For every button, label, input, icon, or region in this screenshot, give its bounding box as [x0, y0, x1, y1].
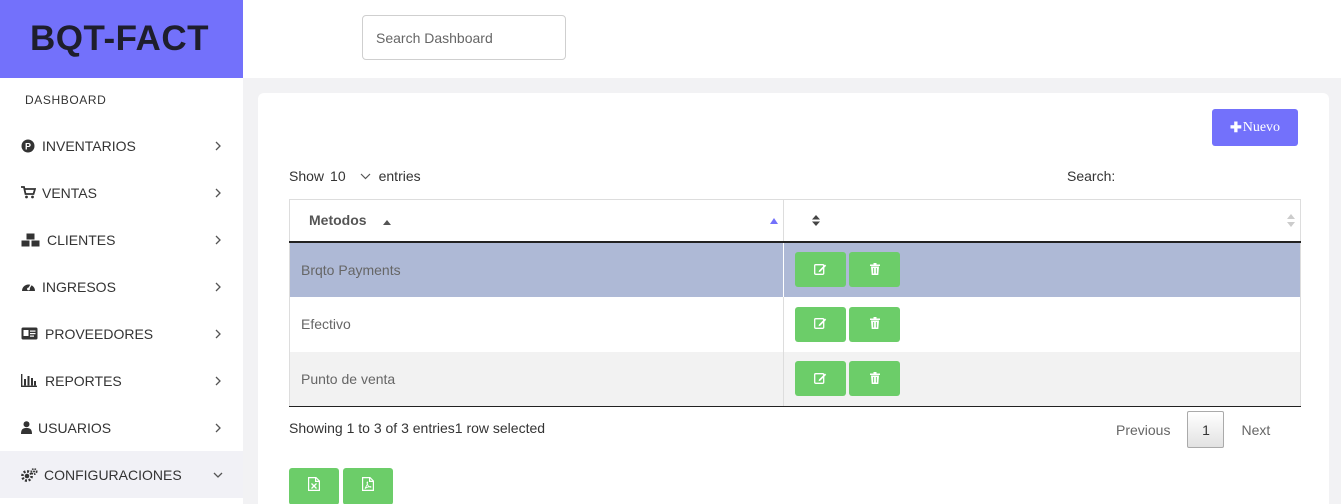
- metodo-cell: Efectivo: [289, 296, 784, 352]
- gauge-icon: [20, 280, 36, 294]
- table-row[interactable]: Efectivo: [289, 296, 1301, 352]
- column-header-label: Metodos: [309, 211, 367, 228]
- brand-title: BQT-FACT: [30, 19, 209, 58]
- cubes-icon: [20, 233, 40, 247]
- sidebar-item-ingresos[interactable]: INGRESOS: [0, 263, 243, 310]
- metodo-cell: Punto de venta: [289, 351, 784, 407]
- sort-indicator-asc-icon: [769, 212, 779, 228]
- payment-methods-table: Metodos Brqto Payments Efectivo Punto de…: [289, 199, 1301, 407]
- delete-button[interactable]: [849, 306, 900, 342]
- file-excel-icon: [308, 477, 320, 496]
- show-label: Show: [289, 168, 325, 184]
- edit-icon: [814, 371, 827, 387]
- dashboard-search-input[interactable]: [362, 15, 566, 60]
- chevron-right-icon: [213, 235, 223, 245]
- sidebar-item-ventas[interactable]: VENTAS: [0, 169, 243, 216]
- edit-icon: [814, 316, 827, 332]
- file-pdf-icon: [362, 477, 374, 496]
- cogs-icon: [20, 467, 38, 482]
- trash-icon: [869, 371, 880, 387]
- entries-select-value: 10: [330, 168, 346, 184]
- sidebar-item-label: VENTAS: [42, 184, 97, 201]
- edit-button[interactable]: [795, 252, 846, 287]
- sidebar-item-inventarios[interactable]: P INVENTARIOS: [0, 122, 243, 169]
- trash-icon: [869, 316, 880, 332]
- chevron-right-icon: [213, 141, 223, 151]
- entries-length-control: Show 10 entries: [289, 168, 421, 184]
- sidebar-item-label: PROVEEDORES: [45, 325, 154, 342]
- sidebar-item-reportes[interactable]: REPORTES: [0, 357, 243, 404]
- metodo-cell: Brqto Payments: [289, 241, 784, 297]
- p-circle-icon: P: [20, 139, 36, 153]
- trash-icon: [869, 262, 880, 278]
- actions-cell: [783, 296, 1301, 352]
- svg-text:P: P: [25, 141, 31, 151]
- sidebar-item-configuraciones[interactable]: CONFIGURACIONES: [0, 451, 243, 498]
- sidebar-item-clientes[interactable]: CLIENTES: [0, 216, 243, 263]
- brand-header: BQT-FACT: [0, 0, 243, 78]
- export-buttons: [289, 468, 393, 504]
- export-pdf-button[interactable]: [343, 468, 393, 504]
- sidebar: BQT-FACT DASHBOARD P INVENTARIOS VENTAS …: [0, 0, 243, 504]
- chevron-right-icon: [213, 329, 223, 339]
- entries-label: entries: [378, 168, 421, 184]
- user-icon: [20, 421, 32, 435]
- chevron-right-icon: [213, 376, 223, 386]
- sidebar-item-label: INGRESOS: [42, 278, 116, 295]
- sort-indicator-both-icon: [1286, 213, 1296, 231]
- cart-icon: [20, 186, 36, 200]
- sidebar-item-proveedores[interactable]: PROVEEDORES: [0, 310, 243, 357]
- chevron-down-icon: [360, 173, 371, 180]
- actions-cell: [783, 241, 1301, 297]
- sidebar-item-label: CONFIGURACIONES: [44, 466, 182, 483]
- plus-icon: ✚: [1229, 119, 1242, 135]
- column-header-actions[interactable]: [783, 199, 1301, 243]
- actions-cell: [783, 351, 1301, 407]
- id-card-icon: [20, 327, 38, 341]
- next-page-button[interactable]: Next: [1241, 422, 1270, 438]
- new-button[interactable]: ✚ Nuevo: [1212, 109, 1298, 146]
- column-header-metodos[interactable]: Metodos: [289, 199, 784, 243]
- sidebar-item-dashboard[interactable]: DASHBOARD: [0, 78, 243, 122]
- table-row[interactable]: Brqto Payments: [289, 241, 1301, 297]
- table-header-row: Metodos: [289, 199, 1301, 243]
- table-info: Showing 1 to 3 of 3 entries1 row selecte…: [289, 420, 546, 436]
- sidebar-item-usuarios[interactable]: USUARIOS: [0, 404, 243, 451]
- edit-button[interactable]: [795, 306, 846, 342]
- chevron-down-icon: [213, 470, 223, 480]
- chevron-right-icon: [213, 282, 223, 292]
- entries-select[interactable]: 10: [330, 168, 371, 184]
- page-1-button[interactable]: 1: [1187, 411, 1225, 448]
- chevron-right-icon: [213, 188, 223, 198]
- edit-button[interactable]: [795, 361, 846, 397]
- sidebar-item-label: INVENTARIOS: [42, 137, 136, 154]
- delete-button[interactable]: [849, 361, 900, 397]
- table-row[interactable]: Punto de venta: [289, 351, 1301, 407]
- sidebar-item-label: USUARIOS: [38, 419, 112, 436]
- bar-chart-icon: [20, 374, 38, 388]
- top-bar: [243, 0, 1341, 78]
- export-excel-button[interactable]: [289, 468, 339, 504]
- main-card: ✚Nuevo Show 10 entries Search: Metodos: [258, 93, 1329, 504]
- sidebar-item-label: CLIENTES: [47, 231, 116, 248]
- sort-both-icon: [811, 214, 821, 230]
- chevron-right-icon: [213, 423, 223, 433]
- previous-page-button[interactable]: Previous: [1116, 422, 1170, 438]
- sidebar-item-label: REPORTES: [45, 372, 122, 389]
- edit-icon: [814, 262, 827, 278]
- sort-asc-icon: [382, 213, 392, 229]
- new-button-label: Nuevo: [1242, 119, 1281, 135]
- table-search-label: Search:: [1067, 168, 1116, 184]
- delete-button[interactable]: [849, 252, 900, 287]
- pagination: Previous 1 Next: [1116, 411, 1270, 448]
